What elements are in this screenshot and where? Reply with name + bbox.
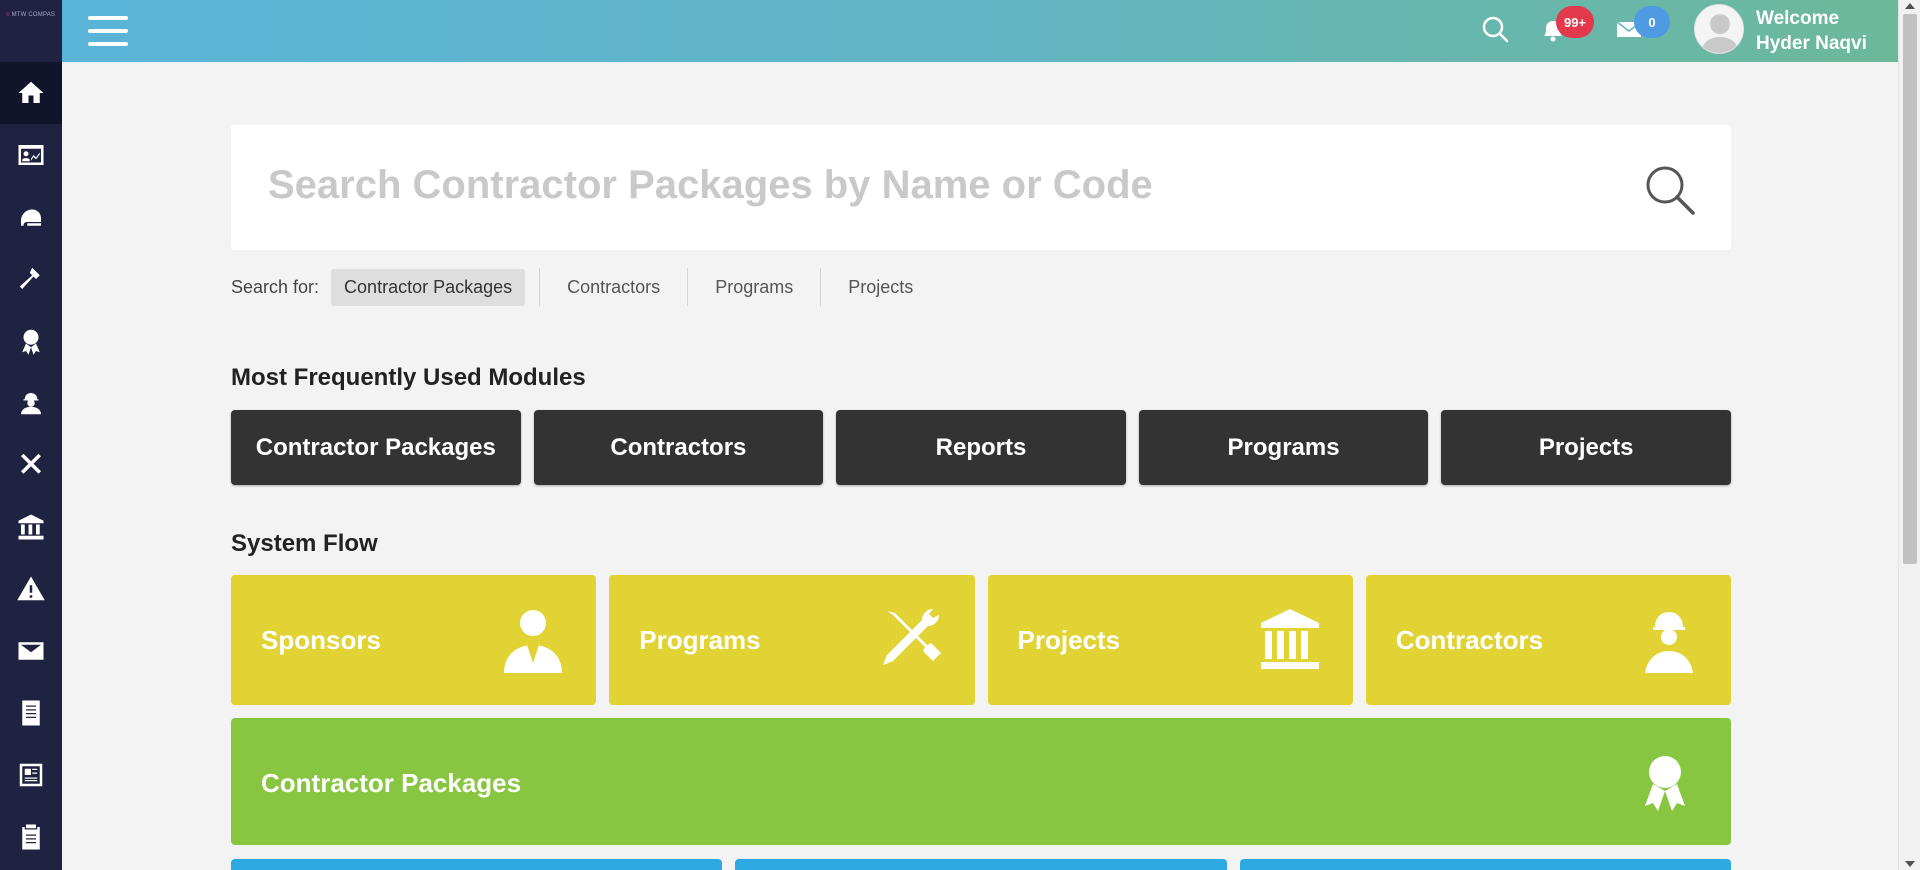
sidebar: ≡ MTW COMPAS <box>0 0 62 870</box>
user-silhouette-icon <box>1701 14 1739 53</box>
system-flow-title: System Flow <box>231 530 378 557</box>
flow-card-contractors[interactable]: Contractors <box>1365 575 1731 705</box>
bank-icon <box>1255 605 1325 675</box>
module-button-contractor-packages[interactable]: Contractor Packages <box>231 410 521 485</box>
module-button-projects[interactable]: Projects <box>1441 410 1731 485</box>
search-placeholder: Search Contractor Packages by Name or Co… <box>268 163 1153 207</box>
sponsor-person-icon <box>498 605 568 675</box>
flow-card-contractor-packages[interactable]: Contractor Packages <box>231 718 1731 845</box>
sidebar-item-contractors[interactable] <box>0 372 62 434</box>
dashboard-chart-icon <box>18 145 44 165</box>
sidebar-item-alerts[interactable] <box>0 558 62 620</box>
logo-text: ≡ MTW COMPAS <box>6 12 56 18</box>
divider <box>687 268 689 306</box>
messages-button[interactable]: 0 <box>1614 6 1670 49</box>
sidebar-item-checklist[interactable] <box>0 806 62 868</box>
module-button-programs[interactable]: Programs <box>1138 410 1429 485</box>
sidebar-item-mail[interactable] <box>0 620 62 682</box>
worker-icon <box>1633 605 1703 675</box>
search-scope-selector: Search for: Contractor Packages Contract… <box>231 268 926 306</box>
notifications-badge: 99+ <box>1556 6 1594 38</box>
flow-card-label: Projects <box>1017 625 1121 655</box>
search-submit-button[interactable] <box>1643 163 1697 217</box>
system-flow-row: Sponsors Programs Projects Contractors <box>231 575 1731 705</box>
search-for-label: Search for: <box>231 276 320 297</box>
scrollbar-thumb[interactable] <box>1903 14 1917 564</box>
flow-card-label: Contractor Packages <box>261 768 522 798</box>
hamburger-line <box>88 29 128 33</box>
flow-card-projects[interactable]: Projects <box>987 575 1353 705</box>
sidebar-item-sponsors[interactable] <box>0 186 62 248</box>
avatar[interactable] <box>1694 4 1744 54</box>
page-scrollbar[interactable] <box>1898 0 1920 870</box>
home-icon <box>18 81 44 103</box>
modules-row: Contractor Packages Contractors Reports … <box>231 410 1731 485</box>
clipboard-icon <box>22 824 40 850</box>
warning-icon <box>17 576 45 601</box>
module-button-reports[interactable]: Reports <box>836 410 1126 485</box>
sidebar-item-projects[interactable] <box>0 496 62 558</box>
hammer-icon <box>19 267 40 289</box>
sidebar-item-hammer[interactable] <box>0 248 62 310</box>
award-ribbon-icon <box>1635 750 1695 814</box>
modules-section-title: Most Frequently Used Modules <box>231 364 586 391</box>
top-header: 99+ 0 Welcome Hyder Naqvi <box>62 0 1898 62</box>
divider <box>539 268 541 306</box>
search-scope-contractor-packages[interactable]: Contractor Packages <box>331 268 526 306</box>
worker-icon <box>21 393 41 415</box>
welcome-label: Welcome <box>1756 8 1840 29</box>
sidebar-item-news[interactable] <box>0 744 62 806</box>
flow-card-next-3[interactable] <box>1239 859 1731 870</box>
bank-icon <box>18 514 44 540</box>
search-scope-projects[interactable]: Projects <box>835 269 926 306</box>
hamburger-line <box>88 42 128 46</box>
award-ribbon-icon <box>22 329 40 355</box>
flow-card-label: Contractors <box>1395 625 1544 655</box>
flow-card-sponsors[interactable]: Sponsors <box>231 575 597 705</box>
sidebar-item-documents[interactable] <box>0 682 62 744</box>
helmet-icon <box>21 209 41 226</box>
tools-icon <box>877 605 947 675</box>
user-name: Hyder Naqvi <box>1756 33 1867 54</box>
next-flow-row <box>231 859 1731 870</box>
tools-icon <box>21 453 41 474</box>
search-scope-programs[interactable]: Programs <box>702 269 806 306</box>
search-icon <box>1482 16 1509 43</box>
header-search-button[interactable] <box>1480 14 1510 49</box>
sidebar-item-home[interactable] <box>0 62 62 124</box>
flow-card-programs[interactable]: Programs <box>609 575 975 705</box>
sidebar-item-programs[interactable] <box>0 434 62 496</box>
flow-card-next-1[interactable] <box>231 859 723 870</box>
flow-card-label: Programs <box>639 625 761 655</box>
sidebar-item-packages[interactable] <box>0 310 62 372</box>
search-icon <box>1646 166 1695 215</box>
search-scope-contractors[interactable]: Contractors <box>554 269 673 306</box>
newspaper-icon <box>19 763 43 787</box>
hamburger-line <box>88 16 128 20</box>
flow-card-label: Sponsors <box>261 625 381 655</box>
app-logo[interactable]: ≡ MTW COMPAS <box>0 0 62 62</box>
mail-icon <box>18 642 44 660</box>
menu-toggle-button[interactable] <box>88 16 128 46</box>
divider <box>820 268 822 306</box>
notifications-button[interactable]: 99+ <box>1538 6 1594 49</box>
document-icon <box>22 700 40 726</box>
messages-badge: 0 <box>1634 6 1670 38</box>
flow-card-next-2[interactable] <box>735 859 1227 870</box>
scroll-down-arrow[interactable] <box>1905 861 1915 867</box>
sidebar-item-dashboard[interactable] <box>0 124 62 186</box>
search-input[interactable]: Search Contractor Packages by Name or Co… <box>231 125 1731 250</box>
welcome-text[interactable]: Welcome Hyder Naqvi <box>1756 6 1867 56</box>
module-button-contractors[interactable]: Contractors <box>533 410 824 485</box>
scroll-up-arrow[interactable] <box>1905 3 1915 9</box>
